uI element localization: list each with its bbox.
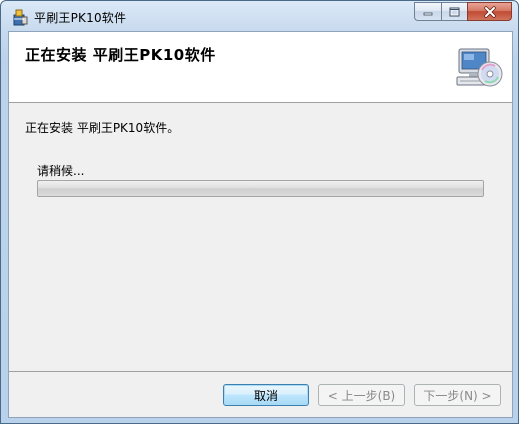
installer-package-icon	[13, 9, 28, 26]
client-area: 正在安装 平刷王PK10软件 正在安装 平刷王PK10软件。 请稍候... 取消…	[8, 31, 513, 418]
installer-window: 平刷王PK10软件 正在安装 平刷王PK10软件 正在安装 平刷王PK10软件。…	[0, 0, 519, 424]
close-button[interactable]	[467, 2, 512, 21]
computer-cd-icon	[456, 48, 503, 87]
minimize-icon	[423, 12, 433, 15]
install-progress-panel: 正在安装 平刷王PK10软件。 请稍候...	[9, 103, 512, 371]
minimize-button[interactable]	[414, 2, 441, 21]
maximize-button[interactable]	[441, 2, 467, 21]
wait-label: 请稍候...	[37, 164, 85, 178]
back-button[interactable]: < 上一步(B)	[318, 384, 405, 406]
cancel-button[interactable]: 取消	[223, 384, 309, 406]
header-banner: 正在安装 平刷王PK10软件	[9, 32, 512, 103]
next-button[interactable]: 下一步(N) >	[414, 384, 501, 406]
maximize-icon	[449, 7, 460, 16]
banner-title: 正在安装 平刷王PK10软件	[25, 46, 216, 64]
button-bar: 取消 < 上一步(B) 下一步(N) >	[9, 371, 512, 417]
progress-bar	[37, 180, 484, 197]
status-text: 正在安装 平刷王PK10软件。	[25, 121, 180, 135]
caption-buttons	[414, 2, 512, 22]
window-title: 平刷王PK10软件	[34, 11, 127, 25]
title-bar[interactable]: 平刷王PK10软件	[1, 1, 518, 31]
close-icon	[483, 5, 496, 18]
